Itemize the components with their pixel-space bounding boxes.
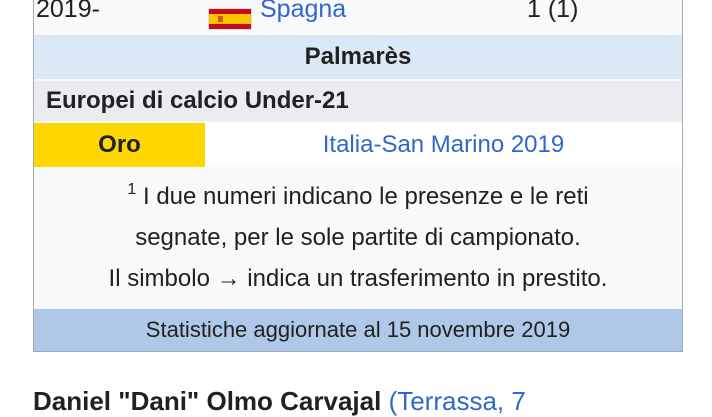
footnote-line-2: segnate, per le sole partite di campiona… (135, 224, 581, 251)
career-row: 2019- Spagna 1 (1) (34, 0, 682, 31)
career-year: 2019- (36, 0, 100, 23)
footnote-line-1: 1 I due numeri indicano le presenze e le… (34, 169, 682, 217)
infobox: 2019- Spagna 1 (1) Palmarès Europei di c… (33, 0, 683, 352)
stats-updated-footer: Statistiche aggiornate al 15 novembre 20… (34, 309, 682, 351)
palmares-header: Palmarès (34, 35, 682, 79)
career-stats: 1 (1) (527, 0, 579, 23)
country-link[interactable]: Spagna (260, 0, 346, 24)
footnote-line-3: Il simbolo → indica un trasferimento in … (108, 265, 608, 292)
footnote-text-1: I due numeri indicano le presenze e le r… (142, 183, 589, 210)
competition-title: Europei di calcio Under-21 (34, 81, 682, 121)
footnote-marker: 1 (127, 181, 137, 198)
spain-flag-icon (209, 9, 251, 29)
footnote: 1 I due numeri indicano le presenze e le… (34, 169, 682, 299)
birthplace-link[interactable]: (Terrassa, 7 (389, 386, 526, 416)
gold-medal-label: Oro (34, 123, 205, 167)
event-link[interactable]: Italia-San Marino 2019 (205, 123, 682, 167)
article-subject: Daniel "Dani" Olmo Carvajal (33, 386, 382, 416)
medal-row: Oro Italia-San Marino 2019 (34, 123, 682, 167)
